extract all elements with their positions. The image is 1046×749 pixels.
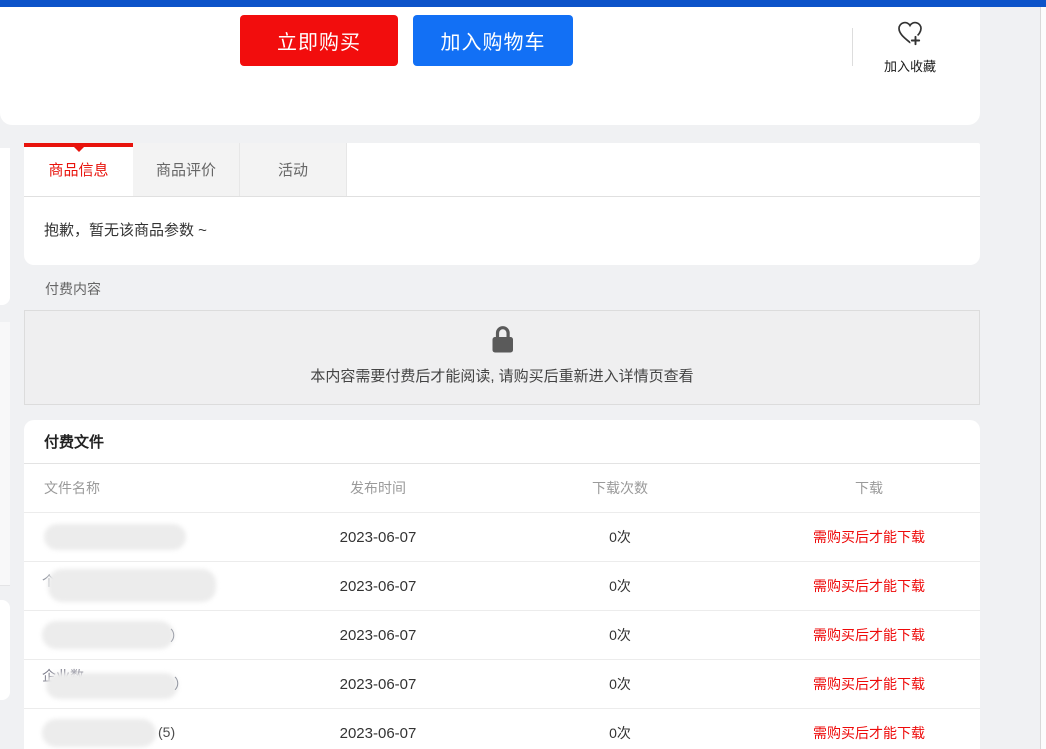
left-card-edge — [0, 600, 10, 700]
active-tab-caret-icon — [74, 147, 84, 152]
paid-files-card: 付费文件 文件名称 发布时间 下载次数 下载 2023-06-07 0次 需购买… — [24, 420, 980, 749]
tab-label: 商品评价 — [156, 159, 216, 180]
column-header-download-count: 下载次数 — [482, 478, 758, 498]
file-download-count: 0次 — [482, 527, 758, 547]
top-accent-bar — [0, 0, 1046, 7]
tab-label: 活动 — [278, 159, 308, 180]
paid-files-title: 付费文件 — [24, 420, 980, 464]
tab-product-info[interactable]: 商品信息 — [24, 143, 133, 196]
left-card-edge — [0, 148, 10, 305]
purchase-action-bar: 立即购买 加入购物车 加入收藏 — [0, 7, 980, 125]
redaction-blur — [46, 673, 178, 699]
file-download-count: 0次 — [482, 576, 758, 596]
lock-icon — [25, 324, 979, 360]
files-table-header: 文件名称 发布时间 下载次数 下载 — [24, 464, 980, 513]
vertical-divider — [852, 28, 853, 66]
file-row: 个 2023-06-07 0次 需购买后才能下载 — [24, 562, 980, 611]
tab-bar: 商品信息 商品评价 活动 — [24, 143, 980, 197]
file-row: 企业数 ） 2023-06-07 0次 需购买后才能下载 — [24, 660, 980, 709]
add-to-favorites-label: 加入收藏 — [868, 56, 952, 75]
file-publish-date: 2023-06-07 — [274, 676, 482, 693]
product-detail-page: 立即购买 加入购物车 加入收藏 商品信息 商品评价 — [0, 0, 1046, 749]
locked-content-message: 本内容需要付费后才能阅读, 请购买后重新进入详情页查看 — [25, 365, 979, 386]
column-header-publish-time: 发布时间 — [274, 478, 482, 498]
file-name-fragment: (5) — [158, 724, 175, 740]
add-to-cart-button[interactable]: 加入购物车 — [413, 15, 573, 66]
redaction-blur — [48, 569, 216, 602]
download-restricted-link[interactable]: 需购买后才能下载 — [758, 674, 980, 694]
file-name-redacted: (5) — [24, 709, 274, 749]
no-parameters-message: 抱歉，暂无该商品参数 ~ — [24, 197, 980, 265]
download-restricted-link[interactable]: 需购买后才能下载 — [758, 527, 980, 547]
file-publish-date: 2023-06-07 — [274, 627, 482, 644]
file-name-redacted — [24, 513, 274, 561]
buy-now-button[interactable]: 立即购买 — [240, 15, 398, 66]
file-row: ） 2023-06-07 0次 需购买后才能下载 — [24, 611, 980, 660]
tab-label: 商品信息 — [48, 159, 108, 180]
file-name-fragment: ） — [170, 626, 184, 646]
file-row: (5) 2023-06-07 0次 需购买后才能下载 — [24, 709, 980, 749]
file-download-count: 0次 — [482, 723, 758, 743]
file-row: 2023-06-07 0次 需购买后才能下载 — [24, 513, 980, 562]
redaction-blur — [42, 719, 156, 747]
download-restricted-link[interactable]: 需购买后才能下载 — [758, 723, 980, 743]
column-header-filename: 文件名称 — [24, 464, 274, 512]
locked-content-panel: 本内容需要付费后才能阅读, 请购买后重新进入详情页查看 — [24, 310, 980, 405]
product-info-card: 商品信息 商品评价 活动 抱歉，暂无该商品参数 ~ — [24, 143, 980, 265]
add-to-favorites-button[interactable]: 加入收藏 — [868, 17, 952, 75]
file-name-redacted: ） — [24, 611, 274, 659]
download-restricted-link[interactable]: 需购买后才能下载 — [758, 625, 980, 645]
tab-activities[interactable]: 活动 — [240, 143, 347, 196]
file-publish-date: 2023-06-07 — [274, 725, 482, 742]
download-restricted-link[interactable]: 需购买后才能下载 — [758, 576, 980, 596]
file-name-fragment: ） — [174, 674, 188, 694]
redaction-blur — [42, 621, 174, 649]
file-publish-date: 2023-06-07 — [274, 578, 482, 595]
redaction-blur — [44, 524, 186, 550]
left-card-edge — [0, 322, 10, 586]
tab-product-reviews[interactable]: 商品评价 — [133, 143, 240, 196]
file-name-redacted: 个 — [24, 562, 274, 610]
vertical-scrollbar[interactable] — [1040, 7, 1046, 749]
heart-plus-icon — [894, 36, 926, 53]
file-publish-date: 2023-06-07 — [274, 529, 482, 546]
column-header-download: 下载 — [758, 478, 980, 498]
file-download-count: 0次 — [482, 625, 758, 645]
file-download-count: 0次 — [482, 674, 758, 694]
paid-content-section-label: 付费内容 — [45, 279, 101, 299]
file-name-redacted: 企业数 ） — [24, 660, 274, 708]
